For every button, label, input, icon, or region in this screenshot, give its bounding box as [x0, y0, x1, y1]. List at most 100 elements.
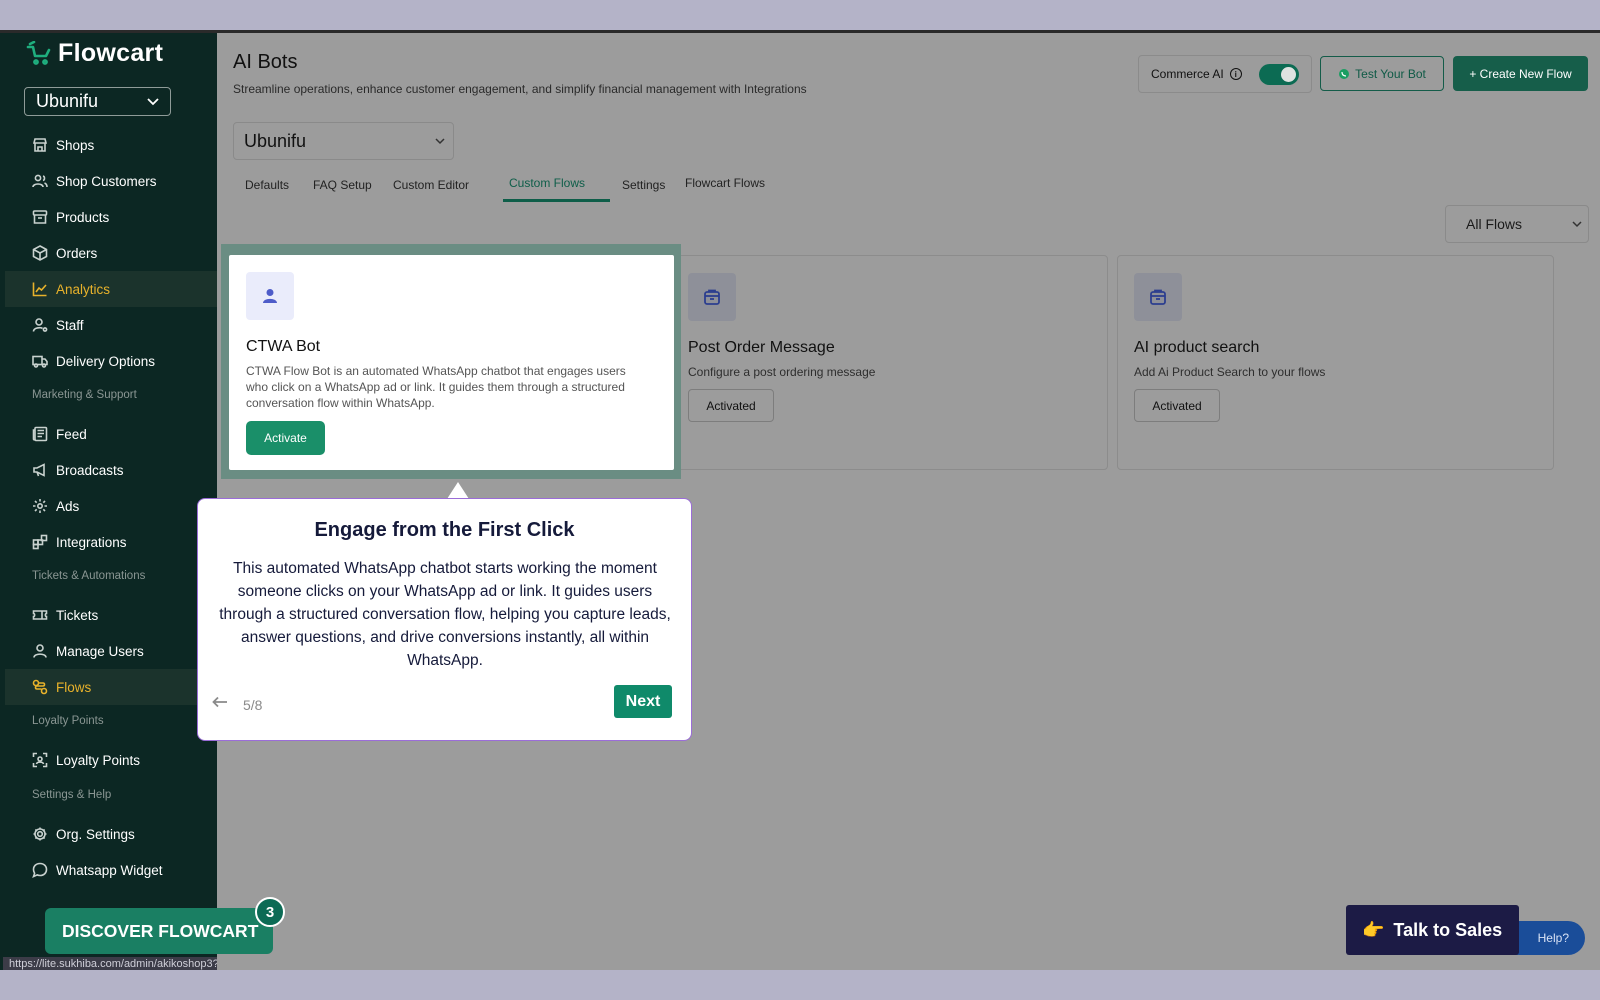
truck-icon — [32, 355, 48, 368]
sidebar-item-label: Loyalty Points — [56, 752, 141, 768]
tab-custom-editor[interactable]: Custom Editor — [393, 178, 469, 192]
brand-logo[interactable]: Flowcart — [24, 39, 163, 68]
sidebar-item-org-settings[interactable]: Org. Settings — [5, 816, 217, 852]
card-icon-box — [246, 272, 294, 320]
flow-card-ctwa-bot: CTWA Bot CTWA Flow Bot is an automated W… — [229, 255, 674, 470]
pointing-hand-icon: 👉 — [1362, 919, 1385, 940]
users-icon — [32, 174, 48, 188]
talk-to-sales-label: Talk to Sales — [1393, 919, 1503, 940]
commerce-ai-label: Commerce AI — [1151, 67, 1224, 81]
chevron-down-icon — [1572, 220, 1582, 227]
bag-icon — [704, 289, 720, 305]
info-icon[interactable]: i — [1229, 68, 1242, 80]
tour-step-counter: 5/8 — [243, 697, 263, 713]
tour-popover: Engage from the First Click This automat… — [197, 498, 692, 741]
sidebar-item-label: Flows — [56, 679, 92, 695]
sidebar-item-staff[interactable]: Staff — [5, 307, 217, 343]
tab-faq-setup[interactable]: FAQ Setup — [313, 178, 372, 192]
flowcart-logo-icon — [26, 40, 51, 65]
sidebar-item-products[interactable]: Products — [5, 199, 217, 235]
tab-defaults[interactable]: Defaults — [245, 178, 289, 192]
shop-selector-value: Ubunifu — [36, 91, 99, 111]
chat-icon — [32, 862, 48, 878]
sidebar-item-shop-customers[interactable]: Shop Customers — [5, 163, 217, 199]
flow-filter-select[interactable]: All Flows — [1445, 205, 1589, 243]
sidebar-item-orders[interactable]: Orders — [5, 235, 217, 271]
page-title: AI Bots — [233, 51, 298, 73]
toggle-knob — [1281, 67, 1296, 82]
tab-flowcart-flows[interactable]: Flowcart Flows — [685, 176, 765, 190]
next-button[interactable]: Next — [614, 685, 672, 718]
sidebar-item-tickets[interactable]: Tickets — [5, 597, 217, 633]
commerce-ai-toggle[interactable] — [1259, 64, 1299, 85]
sparkle-icon — [33, 499, 47, 513]
activate-button[interactable]: Activate — [246, 421, 325, 455]
store-icon — [32, 138, 48, 152]
sidebar-section-marketing: Marketing & Support — [32, 389, 137, 401]
sidebar-item-flows[interactable]: Flows — [5, 669, 217, 705]
sidebar-item-shops[interactable]: Shops — [5, 127, 217, 163]
page-subtitle: Streamline operations, enhance customer … — [233, 82, 807, 96]
back-arrow-icon[interactable] — [212, 695, 228, 713]
bag-icon — [1150, 289, 1166, 305]
store-select[interactable]: Ubunifu — [233, 122, 454, 160]
arrow-left-icon — [212, 696, 227, 708]
card-title: Post Order Message — [688, 339, 835, 356]
test-bot-button[interactable]: Test Your Bot — [1320, 56, 1444, 91]
card-description: Add Ai Product Search to your flows — [1134, 365, 1326, 379]
user-cog-icon — [32, 318, 48, 332]
sidebar-item-label: Org. Settings — [56, 826, 135, 842]
sidebar-item-label: Analytics — [56, 281, 111, 297]
tab-settings[interactable]: Settings — [622, 178, 665, 192]
sidebar-item-ads[interactable]: Ads — [5, 488, 217, 524]
sidebar-item-whatsapp-widget[interactable]: Whatsapp Widget — [5, 852, 217, 888]
window-bottom-bar — [0, 970, 1600, 1000]
user-icon — [263, 289, 277, 303]
activated-button[interactable]: Activated — [1134, 389, 1220, 422]
talk-to-sales-button[interactable]: 👉 Talk to Sales — [1346, 905, 1519, 955]
sidebar-item-analytics[interactable]: Analytics — [5, 271, 217, 307]
tab-custom-flows[interactable]: Custom Flows — [509, 176, 585, 190]
card-description: CTWA Flow Bot is an automated WhatsApp c… — [246, 364, 626, 410]
flow-filter-value: All Flows — [1466, 216, 1523, 232]
store-select-value: Ubunifu — [244, 130, 307, 151]
card-icon-box — [688, 273, 736, 321]
card-description: Configure a post ordering message — [688, 365, 876, 379]
sidebar-section-loyalty: Loyalty Points — [32, 715, 104, 727]
sidebar-item-label: Products — [56, 209, 110, 225]
create-new-flow-button[interactable]: + Create New Flow — [1453, 56, 1588, 91]
newspaper-icon — [32, 426, 48, 442]
app: Flowcart Ubunifu Shops Shop Customers Pr… — [0, 33, 1600, 970]
discover-flowcart-button[interactable]: DISCOVER FLOWCART — [45, 908, 273, 954]
sidebar-item-manage-users[interactable]: Manage Users — [5, 633, 217, 669]
activated-button[interactable]: Activated — [688, 389, 774, 422]
sidebar-item-label: Staff — [56, 317, 84, 333]
sidebar-item-feed[interactable]: Feed — [5, 416, 217, 452]
sidebar-item-label: Ads — [56, 498, 80, 514]
scan-icon — [32, 752, 48, 768]
sidebar-item-loyalty-points[interactable]: Loyalty Points — [5, 742, 217, 778]
main-content: AI Bots Streamline operations, enhance c… — [197, 33, 1600, 970]
sidebar-item-label: Tickets — [56, 607, 99, 623]
sidebar-item-delivery-options[interactable]: Delivery Options — [5, 343, 217, 379]
sidebar-item-label: Whatsapp Widget — [56, 862, 163, 878]
popover-arrow — [447, 482, 469, 499]
sidebar: Flowcart Ubunifu Shops Shop Customers Pr… — [0, 33, 344, 970]
card-icon-box — [1134, 273, 1182, 321]
ticket-icon — [32, 610, 48, 620]
shop-selector[interactable]: Ubunifu — [24, 87, 171, 116]
chevron-down-icon — [147, 97, 159, 105]
sidebar-item-broadcasts[interactable]: Broadcasts — [5, 452, 217, 488]
archive-icon — [32, 210, 48, 224]
sidebar-item-label: Manage Users — [56, 643, 144, 659]
flow-card: AI product search Add Ai Product Search … — [1117, 255, 1554, 470]
test-bot-label: Test Your Bot — [1355, 66, 1426, 81]
sidebar-item-label: Broadcasts — [56, 462, 124, 478]
discover-count-badge: 3 — [255, 897, 285, 927]
sidebar-item-integrations[interactable]: Integrations — [5, 524, 217, 560]
popover-title: Engage from the First Click — [314, 519, 575, 541]
blocks-icon — [32, 534, 48, 550]
line-chart-icon — [32, 282, 47, 297]
sidebar-item-label: Orders — [56, 245, 98, 261]
megaphone-icon — [33, 463, 45, 477]
